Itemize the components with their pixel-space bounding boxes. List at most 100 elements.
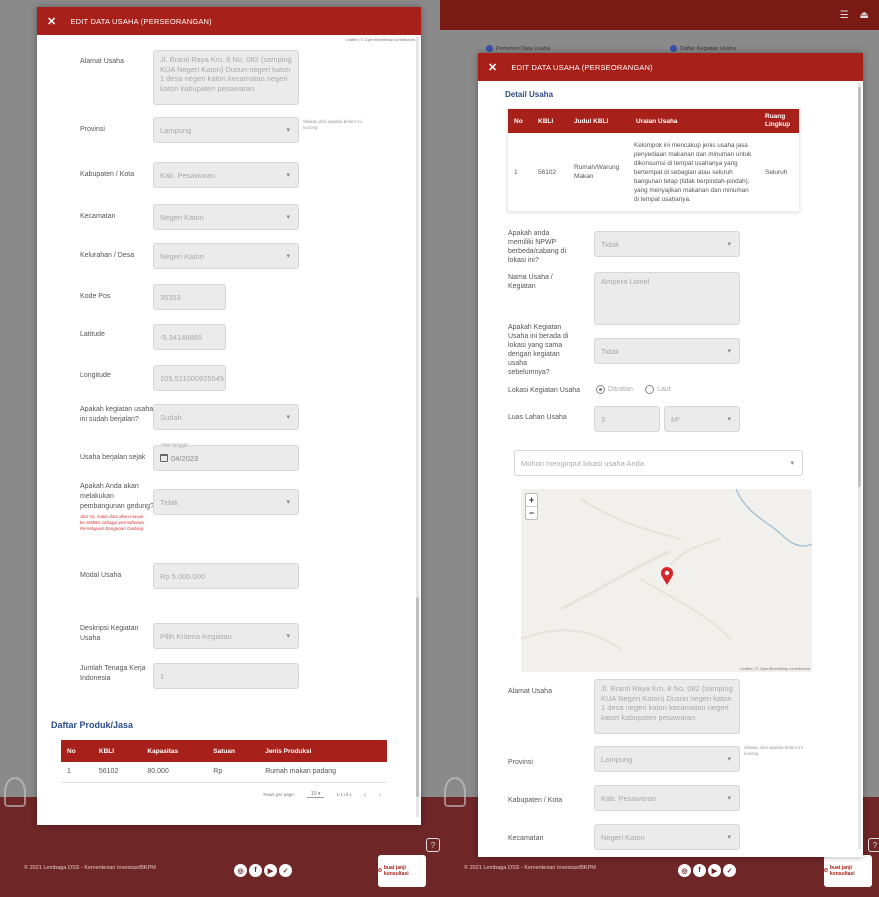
npwp-select[interactable]: Tidak <box>594 231 740 257</box>
provinsi-label: Provinsi <box>80 126 105 133</box>
tenaga-label: Jumlah Tenaga Kerja Indonesia <box>80 665 146 682</box>
table-row: 1 56102 Rumah/Warung Makan Kelompok ini … <box>514 141 788 203</box>
close-icon[interactable]: ✕ <box>488 61 497 74</box>
kelurahan-label: Kelurahan / Desa <box>80 252 135 259</box>
left-screenshot: © 2021 Lembaga OSS - Kementerian Investa… <box>0 0 440 897</box>
kecamatan-select[interactable]: Negeri Katon <box>594 824 740 850</box>
alamat-label: Alamat Usaha <box>508 688 552 695</box>
bangun-select[interactable]: Tidak <box>153 489 299 515</box>
alamat-textarea[interactable]: Jl. Branti Raya Km. 8 No. 082 (samping K… <box>153 50 299 105</box>
modal-usaha-input[interactable]: Rp 5.000.000 <box>153 563 299 589</box>
detail-title: Detail Usaha <box>505 90 554 99</box>
prev-page-icon[interactable]: ‹ <box>364 790 367 799</box>
zoom-in-icon[interactable]: + <box>526 494 537 506</box>
nama-input[interactable]: Ampera Lionel <box>594 272 740 325</box>
sejak-float-label: Pilih Tanggal <box>160 443 190 448</box>
col-no: No <box>61 740 93 762</box>
feedback-icon[interactable]: ? <box>868 838 879 852</box>
page-range: 1-1 of 1 <box>336 792 352 797</box>
lokasi-sama-select[interactable]: Tidak <box>594 338 740 364</box>
facebook-icon[interactable]: f <box>693 864 706 877</box>
kabupaten-select[interactable]: Kab. Pesawaran <box>594 785 740 811</box>
col-kbli: KBLI <box>532 109 568 133</box>
youtube-icon[interactable]: ▶ <box>264 864 277 877</box>
twitter-icon[interactable]: ✓ <box>723 864 736 877</box>
modal-title: EDIT DATA USAHA (PERSEORANGAN) <box>511 62 653 72</box>
close-icon[interactable]: ✕ <box>47 15 56 28</box>
edit-modal: ✕ EDIT DATA USAHA (PERSEORANGAN) Leaflet… <box>37 7 421 825</box>
next-page-icon[interactable]: › <box>378 790 381 799</box>
longitude-input[interactable]: 105.511000925545 <box>153 365 226 391</box>
provinsi-hint: Silakan diisi apabila belum ini kosong <box>303 119 362 130</box>
social-links: ◎ f ▶ ✓ <box>678 864 736 877</box>
modal-header: ✕ EDIT DATA USAHA (PERSEORANGAN) <box>478 53 863 81</box>
luas-input[interactable]: 3 <box>594 406 660 432</box>
app-topbar: ☰ ⏏ <box>440 0 879 30</box>
twitter-icon[interactable]: ✓ <box>279 864 292 877</box>
kecamatan-label: Kecamatan <box>508 835 544 842</box>
kabupaten-label: Kabupaten / Kota <box>80 171 135 178</box>
bangun-red-hint: Jika Ya, maka data akan masuk ke SIMBG s… <box>80 514 145 531</box>
location-search-input[interactable]: Mohon menginput lokasi usaha Anda <box>514 450 803 476</box>
kecamatan-select[interactable]: Negeri Katon <box>153 204 299 230</box>
map-canvas <box>521 489 812 672</box>
alamat-label: Alamat Usaha <box>80 58 124 65</box>
instagram-icon[interactable]: ◎ <box>234 864 247 877</box>
produk-table-box: No KBLI Kapasitas Satuan Jenis Produksi … <box>61 740 387 807</box>
radio-laut[interactable]: Laut <box>645 385 671 394</box>
modal-scrollbar[interactable] <box>858 83 861 849</box>
kabupaten-select[interactable]: Kab. Pesawaran <box>153 162 299 188</box>
footer-legal: © 2021 Lembaga OSS - Kementerian Investa… <box>24 865 156 871</box>
modal-scrollbar[interactable] <box>416 37 419 817</box>
tenaga-input[interactable]: 1 <box>153 663 299 689</box>
clock-icon: ⏱ <box>824 868 828 874</box>
latitude-input[interactable]: -5.34148865 <box>153 324 226 350</box>
radio-daratan[interactable]: Daratan <box>596 385 633 394</box>
provinsi-label: Provinsi <box>508 759 533 766</box>
edit-modal: ✕ EDIT DATA USAHA (PERSEORANGAN) Detail … <box>478 53 863 857</box>
kbli-table-box: No KBLI Judul KBLI Uraian Usaha Ruang Li… <box>507 108 800 212</box>
consult-button[interactable]: ⏱ buat janji konsultasi <box>378 855 426 887</box>
oss-logo-icon <box>444 777 466 807</box>
col-uraian: Uraian Usaha <box>630 109 759 133</box>
rows-per-page-select[interactable]: 10 ▾ <box>306 791 325 798</box>
latitude-label: Latitude <box>80 331 105 338</box>
lokasi-kegiatan-radios: Daratan Laut <box>596 385 681 396</box>
kodepos-label: Kode Pos <box>80 293 111 300</box>
provinsi-select[interactable]: Lampung <box>594 746 740 772</box>
instagram-icon[interactable]: ◎ <box>678 864 691 877</box>
luas-unit-select[interactable]: M² <box>664 406 740 432</box>
consult-button[interactable]: ⏱ buat janji konsultasi <box>824 855 872 887</box>
location-map[interactable]: + − Leaflet | © OpenStreetMap contributo… <box>521 489 812 672</box>
modal-header: ✕ EDIT DATA USAHA (PERSEORANGAN) <box>37 7 421 35</box>
table-pagination: Rows per page: 10 ▾ 1-1 of 1 ‹ › <box>263 790 381 799</box>
clock-icon: ⏱ <box>378 868 382 874</box>
kbli-table: No KBLI Judul KBLI Uraian Usaha Ruang Li… <box>508 109 799 211</box>
sejak-datepicker[interactable]: Pilih Tanggal 04/2023 <box>153 443 299 471</box>
produk-title: Daftar Produk/Jasa <box>51 720 134 730</box>
alamat-textarea[interactable]: Jl. Branti Raya Km. 8 No. 082 (samping K… <box>594 679 740 734</box>
feedback-icon[interactable]: ? <box>426 838 440 852</box>
scrollbar-thumb[interactable] <box>858 87 861 487</box>
background-breadcrumbs: Pemohon Data Usaha Daftar Kegiatan Usaha <box>486 45 736 52</box>
facebook-icon[interactable]: f <box>249 864 262 877</box>
berjalan-select[interactable]: Sudah <box>153 404 299 430</box>
zoom-out-icon[interactable]: − <box>526 506 537 519</box>
scrollbar-thumb[interactable] <box>416 597 419 797</box>
npwp-label: Apakah anda memiliki NPWP berbeda/cabang… <box>508 230 566 264</box>
kodepos-input[interactable]: 35353 <box>153 284 226 310</box>
provinsi-select[interactable]: Lampung <box>153 117 299 143</box>
col-no: No <box>508 109 532 133</box>
col-ruang: Ruang Lingkup <box>759 109 799 133</box>
topbar-icons[interactable]: ☰ ⏏ <box>840 10 873 21</box>
col-satuan: Satuan <box>207 740 260 762</box>
deskripsi-select[interactable]: Pilih Kriteria Kegiatan <box>153 623 299 649</box>
deskripsi-label: Deskripsi Kegiatan Usaha <box>80 625 139 642</box>
kelurahan-select[interactable]: Negeri Katon <box>153 243 299 269</box>
youtube-icon[interactable]: ▶ <box>708 864 721 877</box>
lokasi-kegiatan-label: Lokasi Kegiatan Usaha <box>508 387 580 394</box>
bangun-label: Apakah Anda akan melakukan pembangunan g… <box>80 483 154 510</box>
luas-label: Luas Lahan Usaha <box>508 414 567 421</box>
oss-logo-icon <box>4 777 26 807</box>
col-kapasitas: Kapasitas <box>141 740 208 762</box>
